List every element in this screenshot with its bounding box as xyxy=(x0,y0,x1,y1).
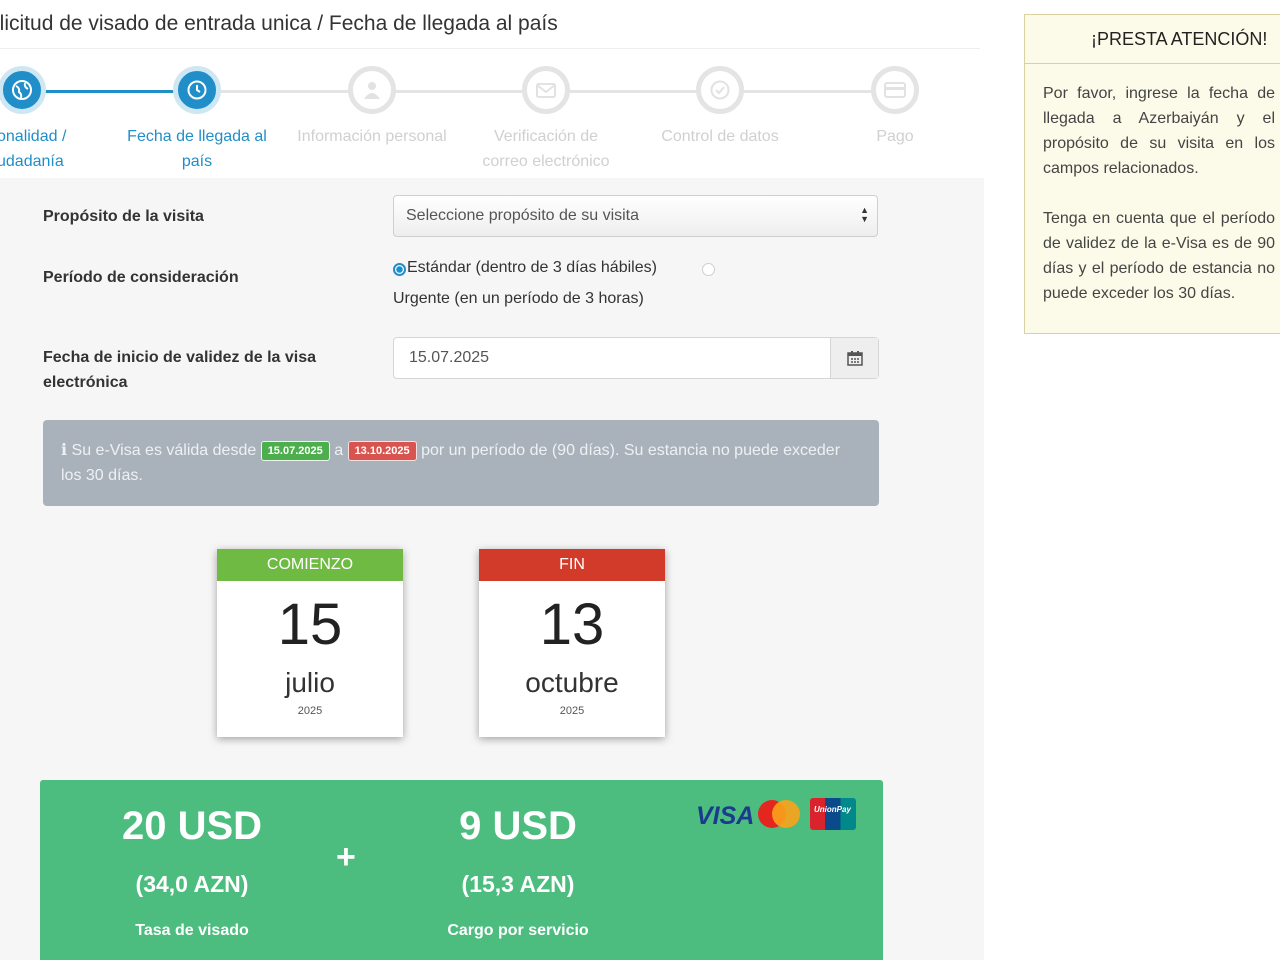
check-circle-icon xyxy=(696,66,744,114)
end-year: 2025 xyxy=(559,705,585,717)
purpose-select-value: Seleccione propósito de su visita xyxy=(406,207,640,224)
valid-to-badge: 13.10.2025 xyxy=(347,441,417,461)
visa-fee-block: 20 USD (34,0 AZN) Tasa de visado xyxy=(92,804,292,940)
end-calendar-header: FIN xyxy=(479,549,665,581)
end-month: octubre xyxy=(525,667,619,698)
unionpay-logo: UnionPay xyxy=(810,798,856,830)
notice-paragraph-2: Tenga en cuenta que el período de valide… xyxy=(1043,210,1275,302)
start-calendar-header: COMIENZO xyxy=(217,549,403,581)
step-label: Información personal xyxy=(297,128,447,145)
service-fee-amount: 9 USD xyxy=(459,804,577,848)
start-month: julio xyxy=(285,667,335,698)
notice-title: ¡PRESTA ATENCIÓN! xyxy=(1025,15,1280,64)
start-date-label: Fecha de inicio de validez de la visa el… xyxy=(43,349,316,391)
step-label: Fecha de llegada al país xyxy=(127,128,267,170)
service-fee-azn: (15,3 AZN) xyxy=(461,871,575,897)
notice-paragraph-1: Por favor, ingrese la fecha de llegada a… xyxy=(1043,85,1275,177)
user-icon xyxy=(348,66,396,114)
pricing-bar: 20 USD (34,0 AZN) Tasa de visado + 9 USD… xyxy=(40,780,883,960)
info-prefix: ℹ Su e-Visa es válida desde xyxy=(61,442,257,459)
visa-fee-label: Tasa de visado xyxy=(135,922,249,939)
visa-fee-amount: 20 USD xyxy=(121,804,263,848)
validity-info-box: ℹ Su e-Visa es válida desde 15.07.2025 a… xyxy=(43,420,879,506)
info-connector: a xyxy=(334,442,344,459)
start-year: 2025 xyxy=(297,705,323,717)
step-label: Pago xyxy=(876,128,914,145)
step-data-control[interactable]: Control de datos xyxy=(635,66,805,149)
start-calendar-card: COMIENZO 15 julio 2025 xyxy=(217,549,403,737)
visa-logo: VISA xyxy=(696,802,755,830)
radio-urgent-label[interactable]: Urgente (en un período de 3 horas) xyxy=(393,290,644,308)
page-title: olicitud de visado de entrada unica / Fe… xyxy=(0,12,558,35)
envelope-icon xyxy=(522,66,570,114)
globe-icon xyxy=(0,66,46,114)
step-label: Verificación de correo electrónico xyxy=(482,128,610,170)
purpose-label: Propósito de la visita xyxy=(43,208,204,225)
calendar-icon[interactable] xyxy=(830,338,878,378)
purpose-select[interactable]: Seleccione propósito de su visita ▲ ▼ xyxy=(393,195,878,237)
clock-icon xyxy=(173,66,221,114)
credit-card-icon xyxy=(871,66,919,114)
end-day: 13 xyxy=(539,592,605,657)
step-label: Control de datos xyxy=(661,128,779,145)
plus-sign: + xyxy=(336,838,356,876)
divider xyxy=(0,48,980,49)
attention-notice: ¡PRESTA ATENCIÓN! Por favor, ingrese la … xyxy=(1024,14,1280,334)
start-date-value: 15.07.2025 xyxy=(409,349,490,366)
step-label: onalidad / udadanía xyxy=(0,128,67,170)
step-nationality[interactable]: onalidad / udadanía xyxy=(0,66,107,174)
mastercard-logo xyxy=(758,800,802,830)
visa-fee-azn: (34,0 AZN) xyxy=(135,871,249,897)
start-date-field[interactable]: 15.07.2025 xyxy=(393,337,879,379)
start-day: 15 xyxy=(277,592,343,657)
radio-standard[interactable] xyxy=(393,263,406,276)
service-fee-block: 9 USD (15,3 AZN) Cargo por servicio xyxy=(408,804,628,940)
step-email-verification[interactable]: Verificación de correo electrónico xyxy=(461,66,631,174)
step-personal-info[interactable]: Información personal xyxy=(287,66,457,149)
radio-standard-label[interactable]: Estándar (dentro de 3 días hábiles) xyxy=(407,259,657,277)
select-arrows-icon: ▲ ▼ xyxy=(860,205,869,224)
step-arrival-date[interactable]: Fecha de llegada al país xyxy=(112,66,282,174)
end-calendar-card: FIN 13 octubre 2025 xyxy=(479,549,665,737)
step-payment[interactable]: Pago xyxy=(810,66,980,149)
radio-urgent[interactable] xyxy=(702,263,715,276)
valid-from-badge: 15.07.2025 xyxy=(260,441,330,461)
progress-steps: onalidad / udadanía Fecha de llegada al … xyxy=(0,60,980,178)
period-label: Período de consideración xyxy=(43,269,239,286)
service-fee-label: Cargo por servicio xyxy=(447,922,589,939)
